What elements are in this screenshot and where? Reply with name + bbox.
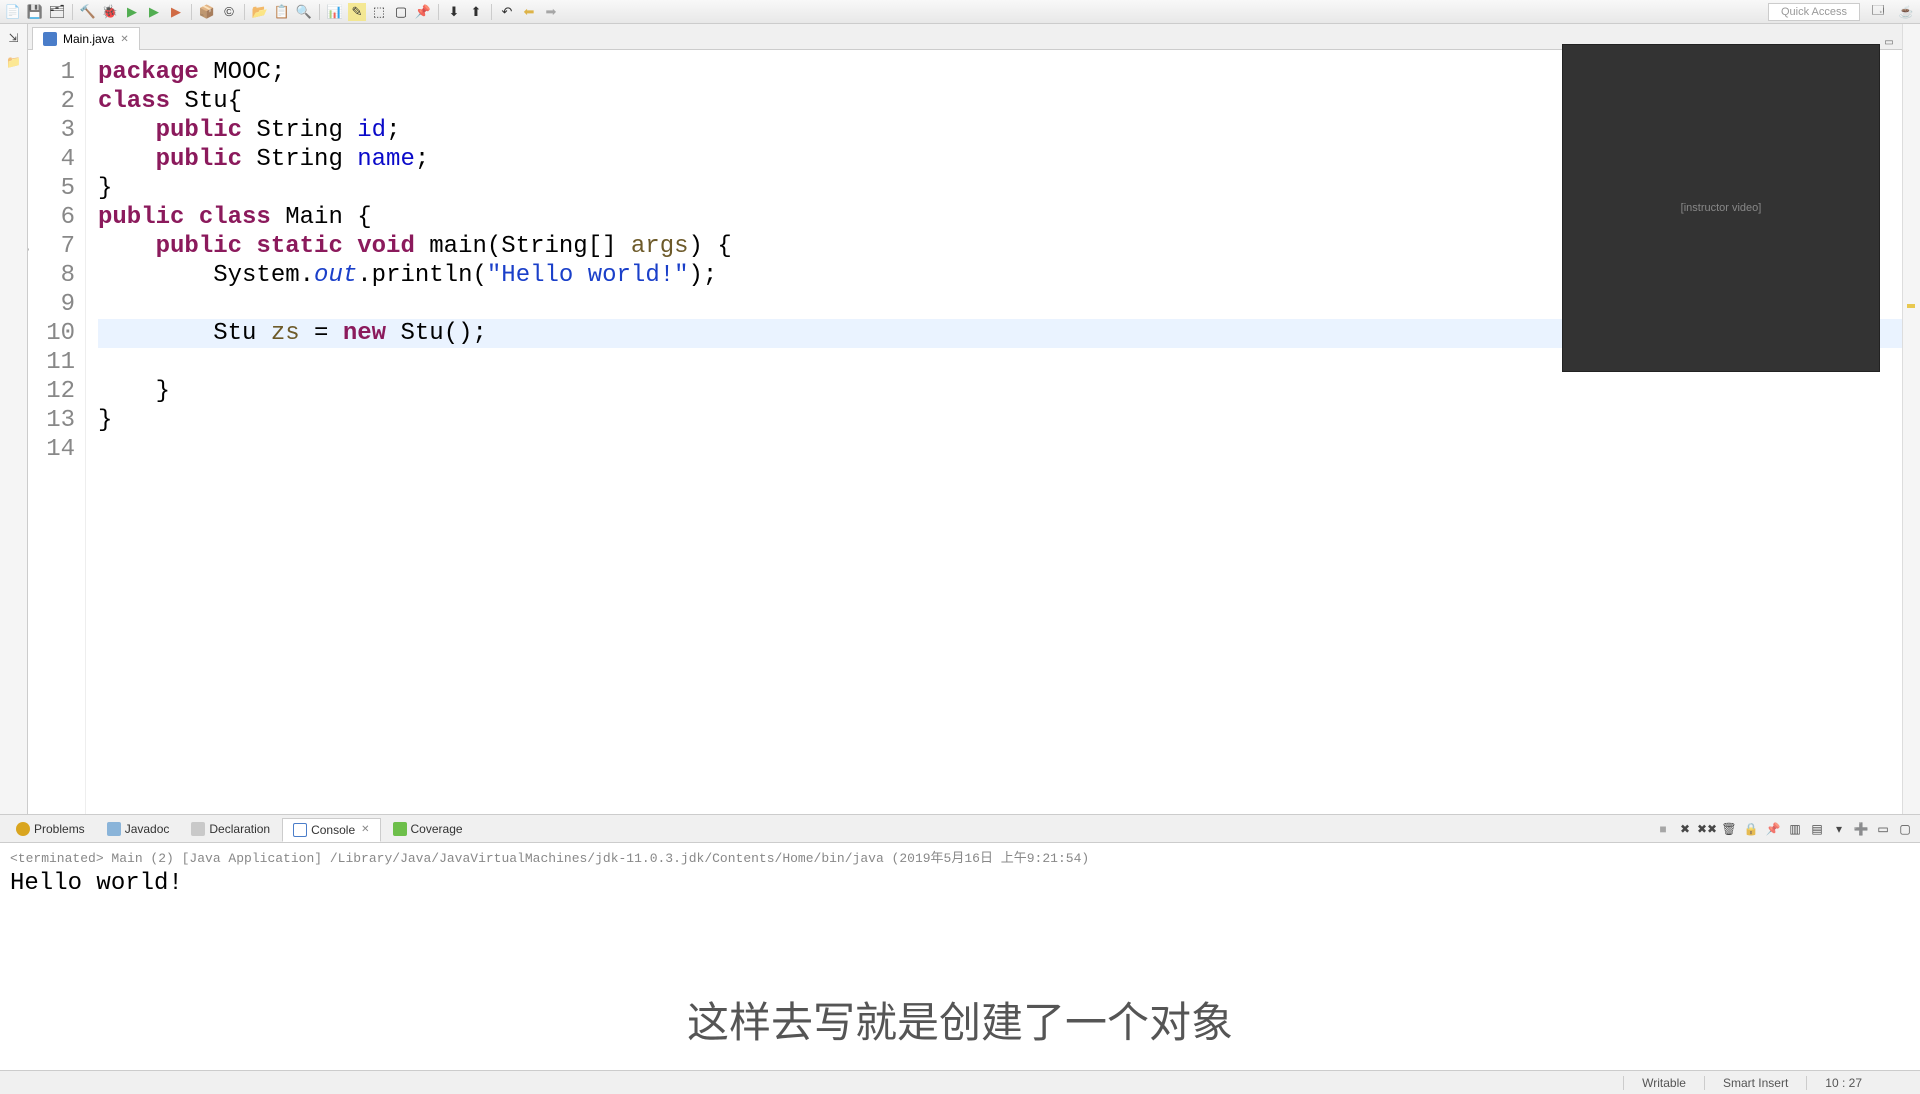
separator	[72, 4, 73, 20]
separator	[491, 4, 492, 20]
debug-icon[interactable]: 🐞	[101, 3, 119, 21]
java-perspective-icon[interactable]: ☕	[1896, 2, 1916, 22]
tab-coverage[interactable]: Coverage	[383, 818, 473, 840]
java-file-icon	[43, 32, 57, 46]
open-console-icon[interactable]: ▾	[1830, 820, 1848, 838]
pin-icon[interactable]: 📌	[414, 3, 432, 21]
separator	[244, 4, 245, 20]
console-output: Hello world!	[10, 870, 1910, 897]
open-type-icon[interactable]: 📂	[251, 3, 269, 21]
left-rail: ⇲ 📁	[0, 24, 28, 814]
status-bar: Writable Smart Insert 10 : 27	[0, 1070, 1920, 1094]
declaration-icon	[191, 822, 205, 836]
instructor-video-overlay: [instructor video]	[1562, 44, 1880, 372]
separator	[319, 4, 320, 20]
forward-icon[interactable]: ➡	[542, 3, 560, 21]
back-icon[interactable]: ⬅	[520, 3, 538, 21]
new-icon[interactable]: 📄	[4, 3, 22, 21]
min-icon[interactable]: ▭	[1874, 820, 1892, 838]
last-edit-icon[interactable]: ↶	[498, 3, 516, 21]
close-icon[interactable]: ✕	[361, 824, 369, 835]
status-insert: Smart Insert	[1704, 1076, 1806, 1090]
pin-console-icon[interactable]: 📌	[1764, 820, 1782, 838]
remove-icon[interactable]: ✖	[1676, 820, 1694, 838]
console-toolbar: ■ ✖ ✖✖ 🗑 🔒 📌 ▥ ▤ ▾ ➕ ▭ ▢	[1654, 820, 1914, 838]
coverage-icon[interactable]: ▶	[145, 3, 163, 21]
show-console-icon[interactable]: ▥	[1786, 820, 1804, 838]
restore-icon[interactable]: ⇲	[6, 30, 22, 46]
overview-ruler	[1902, 24, 1920, 814]
new-pkg-icon[interactable]: 📦	[198, 3, 216, 21]
console-icon	[293, 823, 307, 837]
toggle2-icon[interactable]: ▢	[392, 3, 410, 21]
mark-icon[interactable]: ✎	[348, 3, 366, 21]
outline-icon[interactable]: 📊	[326, 3, 344, 21]
tab-title: Main.java	[63, 32, 114, 46]
clear-icon[interactable]: 🗑	[1720, 820, 1738, 838]
console-body: <terminated> Main (2) [Java Application]…	[0, 843, 1920, 1070]
line-gutter: 1234567891011121314	[28, 50, 86, 814]
warning-marker[interactable]	[1907, 304, 1915, 308]
search-icon[interactable]: 🔍	[295, 3, 313, 21]
status-writable: Writable	[1623, 1076, 1704, 1090]
separator	[191, 4, 192, 20]
open-task-icon[interactable]: 📋	[273, 3, 291, 21]
save-icon[interactable]: 💾	[26, 3, 44, 21]
coverage-icon	[393, 822, 407, 836]
separator	[438, 4, 439, 20]
problems-icon	[16, 822, 30, 836]
javadoc-icon	[107, 822, 121, 836]
ext-tools-icon[interactable]: ▶	[167, 3, 185, 21]
toggle-icon[interactable]: ⬚	[370, 3, 388, 21]
tab-console[interactable]: Console✕	[282, 818, 380, 842]
scroll-lock-icon[interactable]: 🔒	[1742, 820, 1760, 838]
max-icon[interactable]: ▢	[1896, 820, 1914, 838]
tab-declaration[interactable]: Declaration	[181, 818, 280, 840]
bottom-panel: Problems Javadoc Declaration Console✕ Co…	[0, 814, 1920, 1070]
editor-tab-main[interactable]: Main.java ✕	[32, 27, 140, 50]
quick-access-input[interactable]: Quick Access	[1768, 3, 1860, 21]
close-icon[interactable]: ✕	[120, 34, 128, 45]
run-icon[interactable]: ▶	[123, 3, 141, 21]
perspective-icon[interactable]: 🗔	[1868, 2, 1888, 22]
console-process-title: <terminated> Main (2) [Java Application]…	[10, 847, 1910, 866]
remove-all-icon[interactable]: ✖✖	[1698, 820, 1716, 838]
tab-javadoc[interactable]: Javadoc	[97, 818, 180, 840]
show-console2-icon[interactable]: ▤	[1808, 820, 1826, 838]
new-class-icon[interactable]: ©	[220, 3, 238, 21]
terminate-icon[interactable]: ■	[1654, 820, 1672, 838]
main-toolbar: 📄 💾 🗂 🔨 🐞 ▶ ▶ ▶ 📦 © 📂 📋 🔍 📊 ✎ ⬚ ▢ 📌 ⬇ ⬆ …	[0, 0, 1920, 24]
tab-problems[interactable]: Problems	[6, 818, 95, 840]
new-console-icon[interactable]: ➕	[1852, 820, 1870, 838]
save-all-icon[interactable]: 🗂	[48, 3, 66, 21]
next-ann-icon[interactable]: ⬇	[445, 3, 463, 21]
minimize-icon[interactable]: ▭	[1882, 35, 1896, 49]
panel-tab-bar: Problems Javadoc Declaration Console✕ Co…	[0, 815, 1920, 843]
status-position: 10 : 27	[1806, 1076, 1880, 1090]
prev-ann-icon[interactable]: ⬆	[467, 3, 485, 21]
build-icon[interactable]: 🔨	[79, 3, 97, 21]
pkg-explorer-icon[interactable]: 📁	[6, 54, 22, 70]
